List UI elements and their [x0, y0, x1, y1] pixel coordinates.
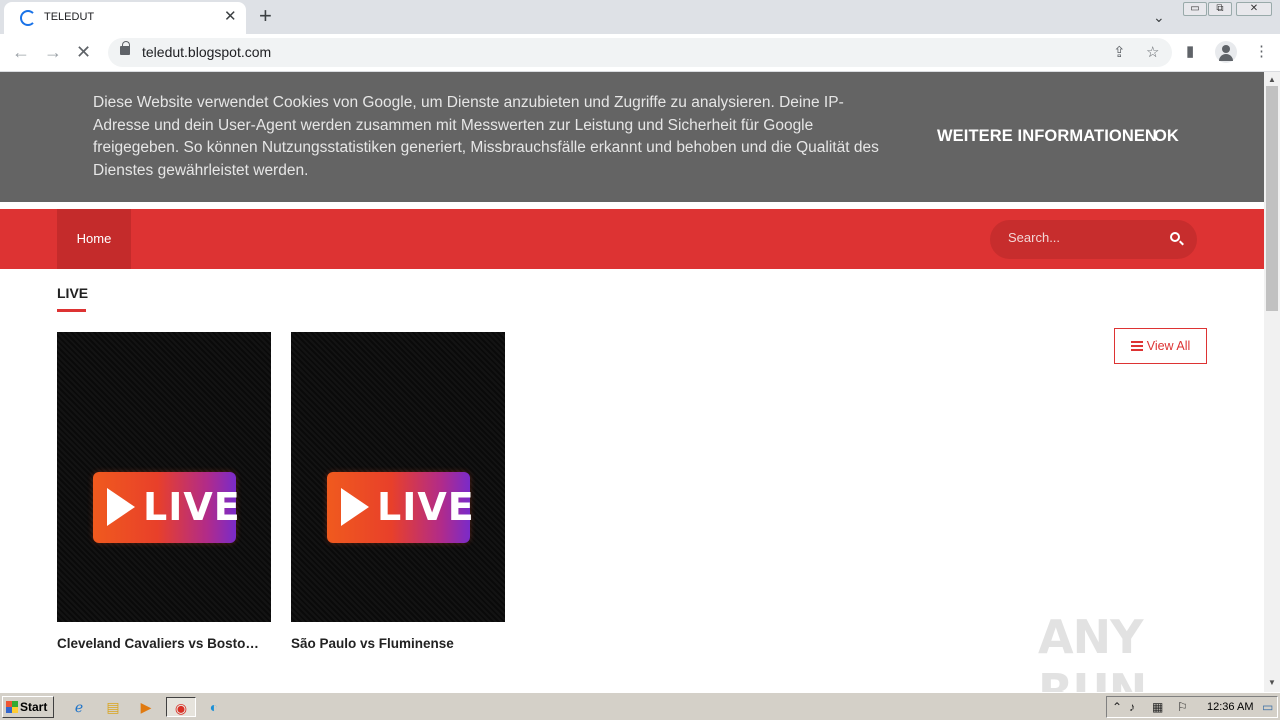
loading-spinner-icon — [20, 10, 36, 26]
cookie-ok-button[interactable]: OK — [1154, 127, 1179, 146]
chrome-icon[interactable]: ◉ — [166, 697, 196, 717]
scroll-up-arrow-icon[interactable]: ▲ — [1268, 75, 1276, 84]
section-title: LIVE — [57, 285, 89, 301]
browser-toolbar: ← → ✕ teledut.blogspot.com ⇪ ☆ ▮ ⋮ — [0, 34, 1280, 72]
search-input[interactable] — [1008, 230, 1158, 245]
url-text[interactable]: teledut.blogspot.com — [142, 44, 271, 60]
media-player-icon[interactable]: ▶ — [135, 697, 157, 717]
list-icon — [1130, 341, 1143, 351]
address-bar[interactable]: teledut.blogspot.com ⇪ ☆ — [108, 38, 1172, 67]
live-badge-text: LIVE — [377, 485, 475, 529]
play-icon — [107, 488, 135, 526]
post-title[interactable]: São Paulo vs Fluminense — [291, 636, 501, 651]
cookie-notice-text: Diese Website verwendet Cookies von Goog… — [93, 94, 879, 179]
taskbar: Start ℯ ▤ ▶ ◉ ◐ ⌃ ♪ ▦ ⚐ 12:36 AM ▭ — [0, 692, 1280, 720]
file-explorer-icon[interactable]: ▤ — [102, 697, 124, 717]
search-icon[interactable] — [1170, 232, 1180, 242]
tray-expand-icon[interactable]: ⌃ — [1112, 700, 1122, 714]
forward-arrow-icon[interactable]: → — [44, 41, 62, 63]
view-all-label: View All — [1146, 339, 1191, 353]
section-title-underline — [57, 309, 86, 312]
stop-loading-icon[interactable]: ✕ — [76, 41, 91, 63]
menu-kebab-icon[interactable]: ⋮ — [1254, 42, 1269, 60]
back-arrow-icon[interactable]: ← — [12, 41, 30, 63]
active-tab[interactable]: TELEDUT ✕ — [4, 2, 246, 34]
view-all-button[interactable]: View All — [1114, 328, 1207, 364]
taskbar-clock[interactable]: 12:36 AM — [1207, 701, 1253, 713]
windows-logo-icon — [6, 701, 18, 713]
post-card[interactable]: LIVE São Paulo vs Fluminense — [291, 332, 505, 651]
play-icon — [341, 488, 369, 526]
window-close-button[interactable]: ✕ — [1236, 2, 1272, 16]
live-badge-text: LIVE — [143, 485, 241, 529]
page-viewport: Diese Website verwendet Cookies von Goog… — [0, 72, 1264, 692]
more-info-link[interactable]: WEITERE INFORMATIONEN — [937, 127, 1157, 146]
bookmark-star-icon[interactable]: ☆ — [1146, 43, 1159, 61]
volume-icon[interactable]: ♪ — [1129, 700, 1135, 714]
post-title[interactable]: Cleveland Cavaliers vs Boston Celtics — [57, 636, 267, 651]
tab-strip: TELEDUT ✕ + ⌄ ▭ ⧉ ✕ — [0, 0, 1280, 34]
scroll-down-arrow-icon[interactable]: ▼ — [1268, 678, 1276, 687]
live-badge: LIVE — [93, 472, 240, 543]
main-navbar: Home — [0, 209, 1264, 269]
profile-avatar-icon[interactable] — [1215, 41, 1237, 63]
start-button[interactable]: Start — [2, 696, 54, 718]
anyrun-watermark: ANY RUN — [1038, 610, 1147, 692]
tab-title: TELEDUT — [44, 11, 95, 23]
tab-search-chevron-icon[interactable]: ⌄ — [1153, 9, 1165, 26]
window-restore-button[interactable]: ⧉ — [1208, 2, 1232, 16]
side-panel-icon[interactable]: ▮ — [1186, 42, 1194, 60]
post-thumbnail[interactable]: LIVE — [57, 332, 271, 622]
share-icon[interactable]: ⇪ — [1113, 43, 1126, 61]
post-thumbnail[interactable]: LIVE — [291, 332, 505, 622]
action-center-flag-icon[interactable]: ⚐ — [1177, 700, 1188, 714]
edge-icon[interactable]: ◐ — [203, 697, 225, 717]
internet-explorer-icon[interactable]: ℯ — [68, 697, 90, 717]
lock-icon[interactable] — [120, 41, 130, 55]
page-scrollbar[interactable]: ▲ ▼ — [1264, 72, 1280, 692]
nav-home-link[interactable]: Home — [57, 209, 131, 269]
live-badge: LIVE — [327, 472, 474, 543]
scroll-thumb[interactable] — [1266, 86, 1278, 311]
new-tab-button[interactable]: + — [259, 4, 272, 28]
system-tray: ⌃ ♪ ▦ ⚐ 12:36 AM ▭ — [1106, 696, 1278, 718]
cookie-notice-bar: Diese Website verwendet Cookies von Goog… — [0, 72, 1264, 202]
start-label: Start — [20, 700, 48, 714]
show-desktop-icon[interactable]: ▭ — [1262, 700, 1273, 714]
post-card[interactable]: LIVE Cleveland Cavaliers vs Boston Celti… — [57, 332, 271, 651]
tab-close-icon[interactable]: ✕ — [224, 9, 237, 25]
search-box — [990, 220, 1197, 259]
network-icon[interactable]: ▦ — [1152, 700, 1163, 714]
window-minimize-button[interactable]: ▭ — [1183, 2, 1207, 16]
